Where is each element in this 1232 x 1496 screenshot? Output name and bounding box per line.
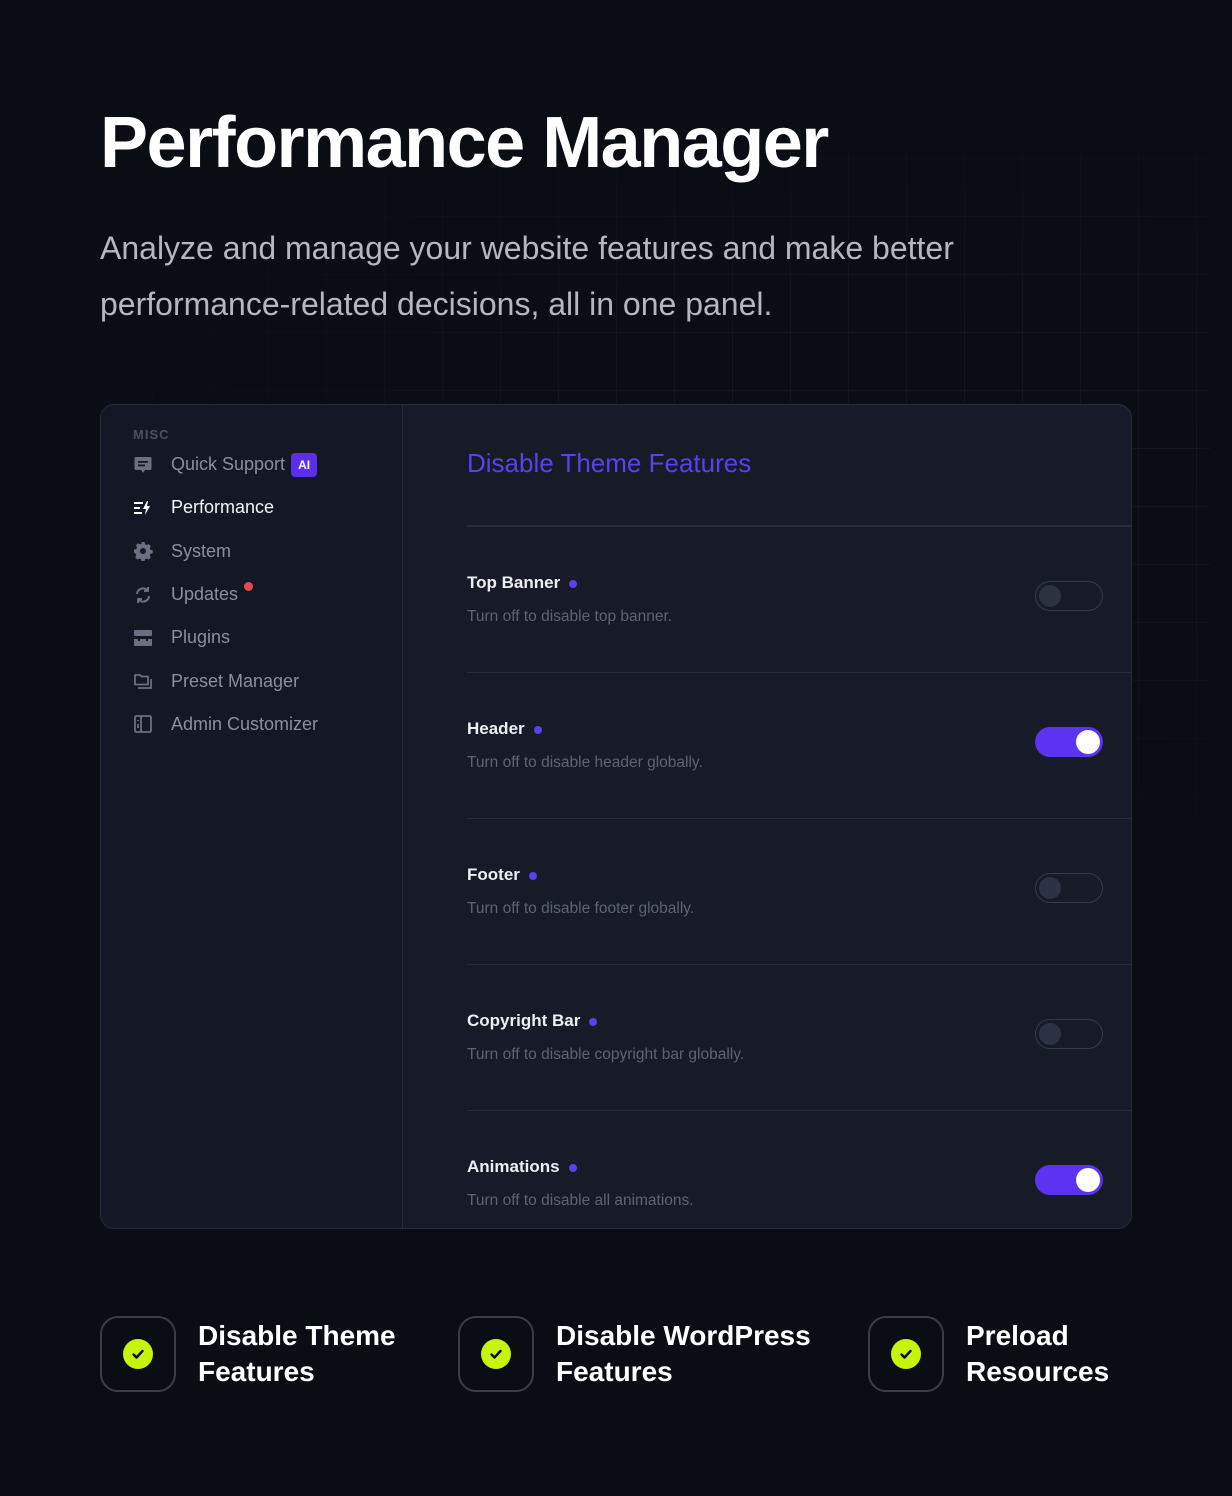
refresh-icon — [133, 585, 153, 605]
feature-description: Turn off to disable footer globally. — [467, 899, 695, 917]
sidebar-heading: MISC — [133, 427, 170, 442]
sidebar-item-label: System — [171, 540, 232, 561]
sidebar-item-updates[interactable]: Updates — [101, 573, 402, 616]
feature-row-footer: Footer Turn off to disable footer global… — [467, 819, 1131, 965]
layout-panel-icon — [133, 714, 153, 734]
highlight-item: Disable WordPress Features — [458, 1316, 826, 1392]
feature-description: Turn off to disable copyright bar global… — [467, 1045, 745, 1063]
feature-name-text: Copyright Bar — [467, 1010, 581, 1030]
info-dot — [589, 1017, 598, 1026]
copyright-bar-toggle[interactable] — [1035, 1018, 1103, 1049]
feature-name: Copyright Bar — [467, 1010, 598, 1031]
sidebar-item-system[interactable]: System — [101, 530, 402, 573]
feature-row-animations: Animations Turn off to disable all anima… — [467, 1111, 1131, 1229]
plugins-icon — [133, 628, 153, 648]
notification-dot — [244, 582, 254, 592]
feature-name: Footer — [467, 865, 537, 885]
sidebar-item-label: Updates — [171, 584, 239, 605]
section-title: Disable Theme Features — [467, 448, 752, 478]
info-dot — [528, 871, 537, 880]
feature-name: Animations — [467, 1157, 577, 1177]
page-subtitle: Analyze and manage your website features… — [100, 230, 954, 322]
highlight-item: Preload Resources — [868, 1316, 1146, 1392]
gear-icon — [133, 541, 153, 562]
sidebar-item-label: Plugins — [171, 627, 231, 648]
feature-description: Turn off to disable header globally. — [467, 753, 703, 771]
feature-description: Turn off to disable all animations. — [467, 1191, 694, 1209]
sidebar-item-quick-support[interactable]: Quick Support AI — [101, 443, 402, 486]
check-box — [100, 1316, 176, 1392]
feature-list: Top Banner Turn off to disable top banne… — [403, 527, 1131, 1229]
toggle-knob — [1076, 729, 1100, 754]
feature-name-text: Header — [467, 718, 525, 738]
header-toggle[interactable] — [1035, 726, 1103, 757]
ai-badge: AI — [291, 452, 318, 477]
performance-bolt-icon — [133, 498, 153, 518]
feature-name: Header — [467, 719, 542, 739]
feature-row-top-banner: Top Banner Turn off to disable top banne… — [467, 527, 1131, 673]
highlight-label: Disable Theme Features — [198, 1320, 396, 1387]
highlight-item: Disable Theme Features — [100, 1316, 438, 1392]
sidebar-item-label: Admin Customizer — [171, 713, 319, 734]
info-dot — [569, 579, 578, 588]
toggle-knob — [1039, 876, 1061, 899]
footer-toggle[interactable] — [1035, 872, 1103, 903]
top-banner-toggle[interactable] — [1035, 580, 1103, 611]
sidebar-item-label: Performance — [171, 497, 275, 518]
feature-name-text: Top Banner — [467, 572, 561, 592]
toggle-knob — [1039, 584, 1061, 607]
highlight-label: Preload Resources — [966, 1320, 1110, 1387]
toggle-knob — [1039, 1022, 1061, 1045]
animations-toggle[interactable] — [1035, 1164, 1103, 1195]
highlight-label: Disable WordPress Features — [556, 1320, 811, 1387]
feature-name-text: Footer — [467, 864, 520, 884]
feature-name: Top Banner — [467, 572, 578, 593]
check-box — [458, 1316, 534, 1392]
folders-icon — [133, 671, 153, 691]
feature-highlights: Disable Theme Features Disable WordPress… — [0, 1316, 1232, 1396]
check-circle-icon — [891, 1339, 921, 1369]
sidebar-item-admin-customizer[interactable]: Admin Customizer — [101, 703, 402, 746]
toggle-knob — [1076, 1167, 1100, 1192]
feature-name-text: Animations — [467, 1156, 560, 1176]
sidebar: MISC Quick Support AI Performance System — [101, 405, 403, 1228]
check-box — [868, 1316, 944, 1392]
sidebar-item-label: Preset Manager — [171, 670, 300, 691]
info-dot — [533, 725, 542, 734]
check-circle-icon — [123, 1339, 153, 1369]
main-content: Disable Theme Features Top Banner Turn o… — [403, 405, 1131, 1228]
chat-icon — [133, 455, 153, 475]
check-circle-icon — [481, 1339, 511, 1369]
sidebar-item-label: Quick Support — [171, 454, 286, 475]
feature-description: Turn off to disable top banner. — [467, 607, 673, 625]
feature-row-header: Header Turn off to disable header global… — [467, 673, 1131, 819]
sidebar-item-performance[interactable]: Performance — [101, 486, 402, 529]
sidebar-item-preset-manager[interactable]: Preset Manager — [101, 659, 402, 702]
sidebar-item-plugins[interactable]: Plugins — [101, 616, 402, 659]
page-title: Performance Manager — [100, 103, 829, 183]
feature-row-copyright-bar: Copyright Bar Turn off to disable copyri… — [467, 965, 1131, 1111]
settings-panel: MISC Quick Support AI Performance System — [100, 404, 1132, 1229]
info-dot — [568, 1163, 577, 1172]
